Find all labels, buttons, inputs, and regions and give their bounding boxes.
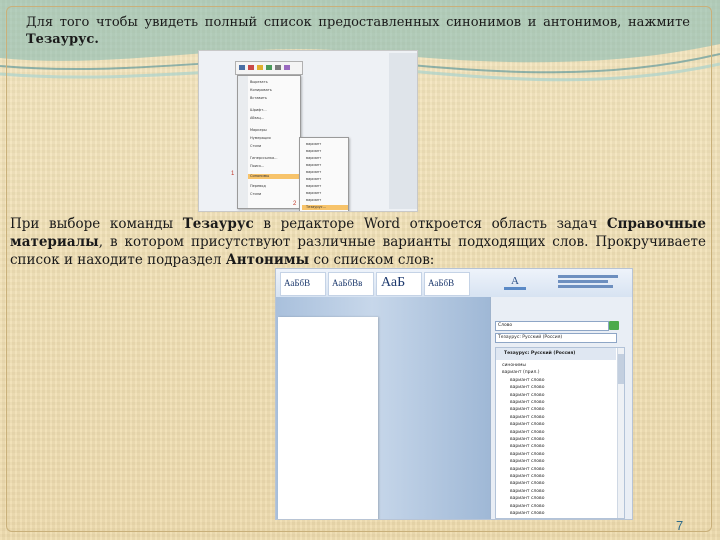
thesaurus-term: Тезаурус xyxy=(182,216,254,232)
word-research-pane-screenshot: АаБбВ АаБбВв АаБ АаБбВ A Слово Тезаурус:… xyxy=(275,268,633,520)
intro-paragraph: Для того чтобы увидеть полный список пре… xyxy=(26,14,690,48)
source-value: Тезаурус: Русский (Россия) xyxy=(498,335,563,340)
thesaurus-entry[interactable]: вариант слово xyxy=(510,473,544,480)
thesaurus-entry[interactable]: вариант слово xyxy=(510,392,544,399)
body-text: в редакторе Word откроется область задач xyxy=(253,216,607,232)
style-gallery-item[interactable]: АаБбВ xyxy=(280,272,326,296)
menu-item[interactable]: Абзац... xyxy=(250,116,264,121)
menu-item[interactable]: Вставить xyxy=(250,96,267,101)
submenu-item[interactable]: вариант xyxy=(306,156,321,161)
context-menu: Вырезать Копировать Вставить Шрифт... Аб… xyxy=(237,75,301,209)
results-header: Тезаурус: Русский (Россия) xyxy=(496,348,616,360)
antonyms-term: Антонимы xyxy=(225,252,310,268)
document-area xyxy=(276,297,490,519)
menu-item[interactable]: Нумерация xyxy=(250,136,271,141)
mini-toolbar xyxy=(235,61,303,75)
body-text: со списком слов: xyxy=(309,252,435,268)
thesaurus-entry[interactable]: синонимы xyxy=(502,362,526,369)
page-number: 7 xyxy=(676,518,684,533)
screenshot1-scroll-area xyxy=(389,53,417,209)
menu-item[interactable]: Перевод xyxy=(250,184,266,189)
search-value: Слово xyxy=(498,323,513,328)
step-marker-2: 2 xyxy=(293,201,297,207)
menu-item[interactable]: Стили xyxy=(250,144,261,149)
body-text: При выборе команды xyxy=(10,216,183,232)
change-styles-icon[interactable]: A xyxy=(498,271,532,295)
thesaurus-entry[interactable]: вариант слово xyxy=(510,451,544,458)
style-gallery-item[interactable]: АаБ xyxy=(376,272,422,296)
submenu-item[interactable]: вариант xyxy=(306,142,321,147)
submenu-item[interactable]: вариант xyxy=(306,191,321,196)
svg-text:A: A xyxy=(511,275,519,287)
menu-item[interactable]: Гиперссылка... xyxy=(250,156,278,161)
synonyms-submenu: вариант вариант вариант вариант вариант … xyxy=(299,137,349,211)
submenu-item[interactable]: вариант xyxy=(306,177,321,182)
menu-item[interactable]: Поиск... xyxy=(250,164,264,169)
start-search-button[interactable] xyxy=(609,321,619,330)
thesaurus-entry[interactable]: вариант слово xyxy=(510,495,544,502)
intro-text: Для того чтобы увидеть полный список пре… xyxy=(26,15,690,30)
results-header-text: Тезаурус: Русский (Россия) xyxy=(504,351,576,356)
thesaurus-entry[interactable]: вариант слово xyxy=(510,510,544,517)
thesaurus-entry[interactable]: вариант слово xyxy=(510,443,544,450)
menu-item-synonyms[interactable]: Синонимы xyxy=(248,174,300,179)
menu-item[interactable]: Вырезать xyxy=(250,80,268,85)
research-pane: Слово Тезаурус: Русский (Россия) Тезауру… xyxy=(490,297,632,519)
step-marker-1: 1 xyxy=(231,171,235,177)
menu-item[interactable]: Шрифт... xyxy=(250,108,267,113)
style-label: АаБ xyxy=(381,275,406,290)
thesaurus-entry[interactable]: вариант (прил.) xyxy=(502,369,539,376)
thesaurus-entry[interactable]: вариант слово xyxy=(510,377,544,384)
thesaurus-entry[interactable]: вариант слово xyxy=(510,480,544,487)
submenu-item[interactable]: вариант xyxy=(306,163,321,168)
context-menu-screenshot: Вырезать Копировать Вставить Шрифт... Аб… xyxy=(198,50,418,212)
submenu-item[interactable]: вариант xyxy=(306,170,321,175)
style-label: АаБбВ xyxy=(428,278,455,288)
results-scrollbar[interactable] xyxy=(617,348,624,518)
thesaurus-entry[interactable]: вариант слово xyxy=(510,458,544,465)
submenu-item[interactable]: вариант xyxy=(306,149,321,154)
intro-bold-term: Тезаурус. xyxy=(26,32,99,47)
body-paragraph: При выборе команды Тезаурус в редакторе … xyxy=(10,215,706,269)
thesaurus-entry[interactable]: вариант слово xyxy=(510,399,544,406)
ribbon-styles: АаБбВ АаБбВв АаБ АаБбВ A xyxy=(276,269,632,298)
style-gallery-item[interactable]: АаБбВ xyxy=(424,272,470,296)
thesaurus-entry[interactable]: вариант слово xyxy=(510,488,544,495)
thesaurus-entry[interactable]: вариант слово xyxy=(510,429,544,436)
thesaurus-entry[interactable]: вариант слово xyxy=(510,406,544,413)
menu-item[interactable]: Стили xyxy=(250,192,261,197)
thesaurus-entry[interactable]: вариант слово xyxy=(510,414,544,421)
style-gallery-item[interactable]: АаБбВв xyxy=(328,272,374,296)
thesaurus-results-list: Тезаурус: Русский (Россия) синонимы вариа… xyxy=(495,347,625,519)
style-label: АаБбВ xyxy=(284,278,311,288)
menu-item[interactable]: Маркеры xyxy=(250,128,267,133)
menu-item[interactable]: Копировать xyxy=(250,88,272,93)
thesaurus-entry[interactable]: вариант слово xyxy=(510,503,544,510)
document-page[interactable] xyxy=(278,317,378,519)
submenu-item-thesaurus[interactable]: Тезаурус... xyxy=(302,205,348,210)
thesaurus-entry[interactable]: вариант слово xyxy=(510,466,544,473)
thesaurus-entry[interactable]: вариант слово xyxy=(510,384,544,391)
source-select[interactable]: Тезаурус: Русский (Россия) xyxy=(495,333,617,343)
thesaurus-entry[interactable]: вариант слово xyxy=(510,436,544,443)
submenu-item[interactable]: вариант xyxy=(306,198,321,203)
search-input[interactable]: Слово xyxy=(495,321,609,331)
submenu-item[interactable]: вариант xyxy=(306,184,321,189)
ribbon-editing-group xyxy=(558,273,628,293)
style-label: АаБбВв xyxy=(332,278,363,288)
thesaurus-entry[interactable]: вариант слово xyxy=(510,421,544,428)
